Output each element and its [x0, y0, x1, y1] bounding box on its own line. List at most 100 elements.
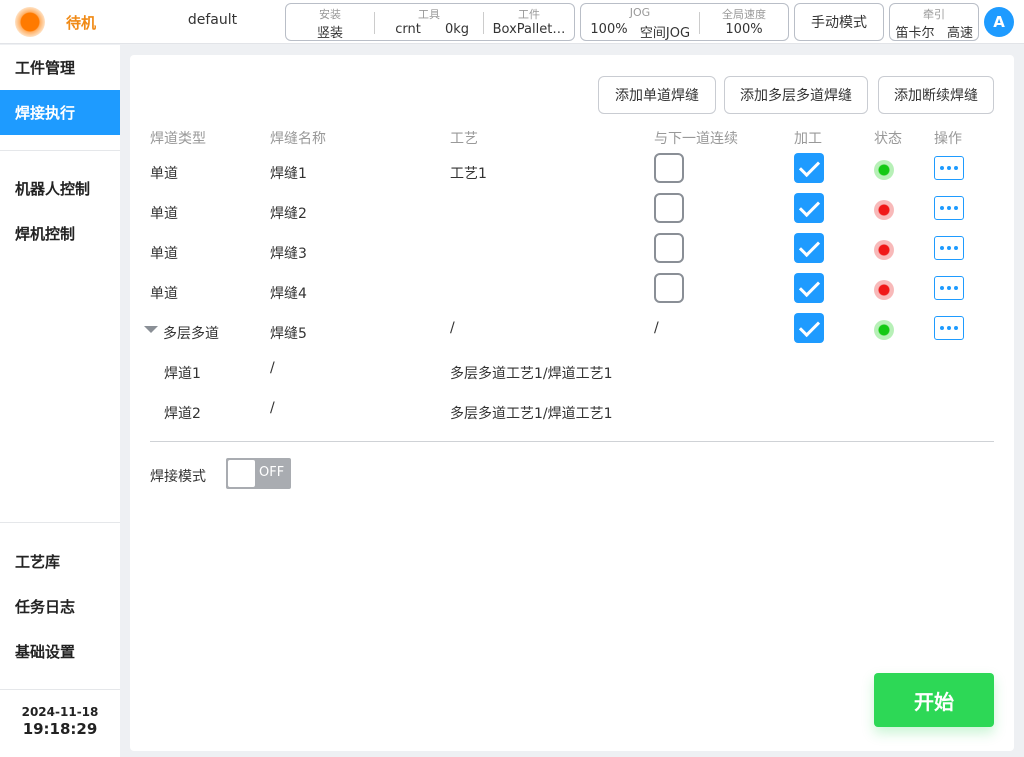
add-multi-layer-weld-button[interactable]: 添加多层多道焊缝: [724, 76, 868, 114]
processing-checkbox[interactable]: [794, 233, 824, 263]
sidebar-divider: [0, 689, 120, 690]
continuous-checkbox[interactable]: [654, 233, 684, 263]
sidebar-item-robot-control[interactable]: 机器人控制: [0, 166, 120, 211]
traction-group[interactable]: 牵引 笛卡尔 高速: [889, 3, 979, 41]
weld-name: 焊缝4: [270, 286, 307, 302]
more-actions-button[interactable]: [934, 316, 964, 340]
robot-status: 待机: [66, 14, 97, 32]
weld-type: 多层多道: [163, 326, 219, 342]
more-actions-button[interactable]: [934, 236, 964, 260]
date: 2024-11-18: [21, 705, 99, 719]
continuous-checkbox[interactable]: [654, 273, 684, 303]
weld-mode-label: 焊接模式: [150, 469, 206, 485]
weld-type: 单道: [150, 286, 178, 302]
welding-execution-panel: 添加单道焊缝 添加多层多道焊缝 添加断续焊缝 焊道类型 焊缝名称 工艺 与下一道…: [130, 55, 1014, 751]
avatar[interactable]: A: [984, 7, 1014, 37]
status-error-icon: [874, 240, 894, 260]
dot-icon: [940, 326, 944, 330]
expand-caret-icon[interactable]: [144, 326, 158, 333]
weld-name: 焊缝5: [270, 326, 307, 342]
global-speed-cell[interactable]: 全局速度 100%: [700, 4, 788, 40]
status-indicator-icon: [15, 7, 45, 37]
start-button[interactable]: 开始: [874, 673, 994, 727]
jog-caption: JOG: [629, 6, 651, 19]
dot-icon: [947, 206, 951, 210]
install-tool-workpiece-group[interactable]: 安装 竖装 工具 crnt 0kg 工件 BoxPallet…: [285, 3, 575, 41]
sidebar-item-welding-execution[interactable]: 焊接执行: [0, 90, 120, 135]
traction-cell[interactable]: 牵引 笛卡尔 高速: [890, 4, 978, 41]
continuous-value: /: [654, 320, 659, 336]
jog-speed-group[interactable]: JOG 100% 空间JOG 全局速度 100%: [580, 3, 789, 41]
dot-icon: [954, 246, 958, 250]
pass-process[interactable]: 多层多道工艺1/焊道工艺1: [450, 363, 613, 383]
install-cell[interactable]: 安装 竖装: [286, 4, 374, 41]
project-name[interactable]: default: [150, 12, 275, 28]
jog-mode: 空间JOG: [639, 26, 691, 41]
table-divider: [150, 441, 994, 442]
dot-icon: [954, 166, 958, 170]
header-weld-name: 焊缝名称: [270, 131, 326, 147]
dot-icon: [940, 166, 944, 170]
status-error-icon: [874, 280, 894, 300]
processing-checkbox[interactable]: [794, 153, 824, 183]
tool-name: crnt: [395, 22, 421, 37]
more-actions-button[interactable]: [934, 276, 964, 300]
header-weld-type: 焊道类型: [150, 131, 206, 147]
pass-process[interactable]: 多层多道工艺1/焊道工艺1: [450, 403, 613, 423]
continuous-checkbox[interactable]: [654, 153, 684, 183]
sidebar-item-welder-control[interactable]: 焊机控制: [0, 211, 120, 256]
weld-name: 焊缝2: [270, 206, 307, 222]
top-bar: 待机 default 安装 竖装 工具 crnt 0kg 工件 BoxPalle…: [0, 0, 1024, 44]
weld-mode-toggle[interactable]: OFF: [226, 458, 291, 489]
jog-cell[interactable]: JOG 100% 空间JOG: [581, 4, 699, 41]
weld-process[interactable]: 工艺1: [450, 163, 487, 183]
dot-icon: [940, 206, 944, 210]
install-value: 竖装: [316, 26, 343, 41]
sidebar-item-workpiece-management[interactable]: 工件管理: [0, 45, 120, 90]
tool-weight: 0kg: [444, 22, 470, 37]
workpiece-cell[interactable]: 工件 BoxPallet…: [484, 4, 574, 40]
toggle-knob: [228, 460, 255, 487]
weld-type: 单道: [150, 206, 178, 222]
status-ok-icon: [874, 320, 894, 340]
traction-coord: 笛卡尔: [895, 26, 935, 41]
sidebar-divider: [0, 150, 120, 151]
header-process: 工艺: [450, 131, 478, 147]
weld-type: 单道: [150, 246, 178, 262]
weld-name: 焊缝3: [270, 246, 307, 262]
header-continuous: 与下一道连续: [654, 131, 738, 147]
more-actions-button[interactable]: [934, 156, 964, 180]
continuous-checkbox[interactable]: [654, 193, 684, 223]
pass-name: /: [270, 400, 275, 416]
dot-icon: [947, 246, 951, 250]
install-caption: 安装: [319, 8, 341, 21]
dot-icon: [947, 326, 951, 330]
pass-name: /: [270, 360, 275, 376]
sidebar-item-process-library[interactable]: 工艺库: [0, 539, 120, 584]
sidebar-divider: [0, 522, 120, 523]
sidebar-item-task-log[interactable]: 任务日志: [0, 584, 120, 629]
traction-speed: 高速: [946, 26, 973, 41]
add-single-weld-button[interactable]: 添加单道焊缝: [598, 76, 716, 114]
sidebar-item-basic-settings[interactable]: 基础设置: [0, 629, 120, 674]
status-ok-icon: [874, 160, 894, 180]
dot-icon: [940, 246, 944, 250]
processing-checkbox[interactable]: [794, 273, 824, 303]
processing-checkbox[interactable]: [794, 193, 824, 223]
global-speed-value: 100%: [725, 22, 763, 37]
workpiece-value: BoxPallet…: [492, 22, 566, 37]
add-intermittent-weld-button[interactable]: 添加断续焊缝: [878, 76, 994, 114]
sidebar: 工件管理 焊接执行 机器人控制 焊机控制 工艺库 任务日志 基础设置 2024-…: [0, 45, 120, 757]
tool-cell[interactable]: 工具 crnt 0kg: [375, 4, 483, 40]
global-speed-caption: 全局速度: [722, 8, 766, 21]
dot-icon: [954, 286, 958, 290]
time: 19:18:29: [22, 720, 98, 738]
more-actions-button[interactable]: [934, 196, 964, 220]
traction-caption: 牵引: [923, 8, 945, 21]
header-status: 状态: [874, 131, 902, 147]
manual-mode-button[interactable]: 手动模式: [794, 3, 884, 41]
weld-process: /: [450, 320, 455, 336]
processing-checkbox[interactable]: [794, 313, 824, 343]
tool-caption: 工具: [418, 8, 440, 21]
dot-icon: [947, 286, 951, 290]
